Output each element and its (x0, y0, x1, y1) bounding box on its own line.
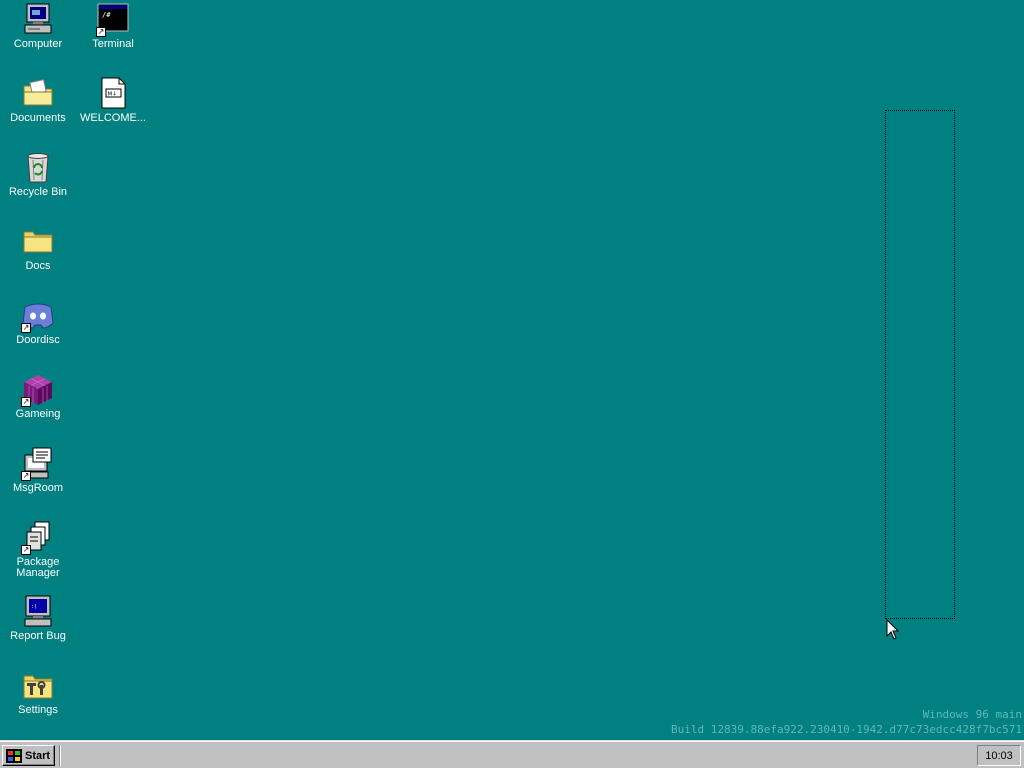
taskbar-separator (59, 745, 61, 766)
desktop-icon-welcome[interactable]: M↓ WELCOME... (76, 77, 150, 124)
desktop-icon-recycle-bin[interactable]: Recycle Bin (1, 151, 75, 198)
desktop-icon-documents[interactable]: Documents (1, 77, 75, 124)
desktop-icon-label: WELCOME... (79, 112, 146, 124)
package-manager-icon: ↗ (21, 521, 55, 555)
desktop-icon-label: Report Bug (10, 630, 66, 642)
desktop-icon-docs[interactable]: Docs (1, 225, 75, 272)
shortcut-arrow-icon: ↗ (21, 471, 31, 481)
desktop-icon-label: Documents (10, 112, 66, 124)
start-button[interactable]: Start (2, 745, 55, 766)
selection-rectangle (885, 110, 955, 619)
mouse-cursor-icon (886, 619, 900, 640)
desktop-icon-computer[interactable]: Computer (1, 3, 75, 50)
desktop-icon-settings[interactable]: Settings (1, 669, 75, 716)
settings-icon (21, 669, 55, 703)
svg-text:M↓: M↓ (108, 91, 117, 98)
desktop-icon-report-bug[interactable]: :( Report Bug (1, 595, 75, 642)
recycle-bin-icon (21, 151, 55, 185)
shortcut-arrow-icon: ↗ (21, 545, 31, 555)
shortcut-arrow-icon: ↗ (96, 27, 106, 37)
desktop-icon-label: Doordisc (16, 334, 60, 346)
watermark-os-name: Windows 96 main (922, 708, 1022, 721)
folder-icon (21, 225, 55, 259)
windows-logo-icon (6, 748, 22, 763)
shortcut-arrow-icon: ↗ (21, 397, 31, 407)
desktop-icon-label: Gameing (15, 408, 61, 420)
build-watermark: Windows 96 main Build 12839.88efa922.230… (671, 707, 1022, 737)
markdown-file-icon: M↓ (96, 77, 130, 111)
taskbar: Start 10:03 (0, 740, 1024, 768)
desktop-icon-terminal[interactable]: /# ↗ Terminal (76, 3, 150, 50)
desktop-icon-label: Docs (25, 260, 51, 272)
desktop-icon-label: MsgRoom (12, 482, 64, 494)
clock[interactable]: 10:03 (985, 750, 1013, 762)
desktop-icon-gameing[interactable]: ↗ Gameing (1, 373, 75, 420)
desktop-icon-label: Computer (13, 38, 63, 50)
desktop-icon-label: Recycle Bin (8, 186, 68, 198)
gameing-icon: ↗ (21, 373, 55, 407)
terminal-icon: /# ↗ (96, 3, 130, 37)
start-label: Start (25, 749, 51, 762)
shortcut-arrow-icon: ↗ (21, 323, 31, 333)
svg-text:/#: /# (102, 11, 111, 19)
desktop-icon-doordisc[interactable]: ↗ Doordisc (1, 299, 75, 346)
desktop-icon-label: Settings (18, 704, 58, 716)
computer-icon (21, 3, 55, 37)
doordisc-icon: ↗ (21, 299, 55, 333)
msgroom-icon: ↗ (21, 447, 55, 481)
documents-folder-icon (21, 77, 55, 111)
desktop[interactable]: Computer /# ↗ Terminal Documents M↓ WELC… (0, 0, 1024, 740)
svg-text::(: :( (31, 604, 37, 610)
report-bug-icon: :( (21, 595, 55, 629)
watermark-build: Build 12839.88efa922.230410-1942.d77c73e… (671, 723, 1022, 736)
system-tray[interactable]: 10:03 (977, 745, 1021, 766)
desktop-icon-msgroom[interactable]: ↗ MsgRoom (1, 447, 75, 494)
desktop-icon-package-manager[interactable]: ↗ Package Manager (1, 521, 75, 579)
desktop-icon-label: Package Manager (16, 556, 60, 579)
desktop-icon-label: Terminal (92, 38, 134, 50)
